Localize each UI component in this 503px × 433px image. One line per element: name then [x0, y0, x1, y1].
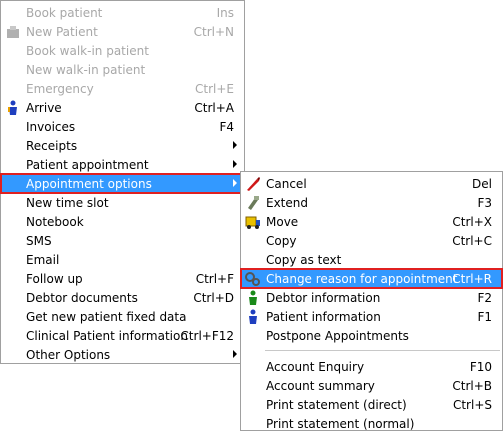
menu-item-patient-information[interactable]: Patient information F1: [241, 307, 502, 326]
menu-item-copy[interactable]: Copy Ctrl+C: [241, 231, 502, 250]
menu-item-shortcut: Ctrl+D: [193, 290, 234, 305]
menu-item-label: Debtor information: [266, 290, 381, 305]
menu-item-label: Invoices: [26, 119, 76, 134]
patient-person-icon: [245, 309, 261, 325]
menu-item-shortcut: Ctrl+S: [452, 397, 492, 412]
submenu-arrow-icon: [233, 350, 237, 358]
menu-item-label: New Patient: [26, 24, 98, 39]
move-truck-icon: [245, 214, 261, 230]
menu-item-label: Print statement (normal): [266, 416, 415, 431]
menu-item-shortcut: Ctrl+F: [195, 271, 234, 286]
menu-item-shortcut: F2: [477, 290, 492, 305]
extend-icon: [245, 195, 261, 211]
menu-item-receipts[interactable]: Receipts: [1, 136, 244, 155]
menu-item-change-reason[interactable]: Change reason for appointment Ctrl+R: [240, 268, 503, 289]
menu-item-label: Appointment options: [26, 176, 152, 191]
menu-item-clinical-info[interactable]: Clinical Patient information Ctrl+F12: [1, 326, 244, 345]
menu-item-label: Move: [266, 214, 299, 229]
submenu-arrow-icon: [233, 160, 237, 168]
menu-item-shortcut: Ctrl+X: [452, 214, 492, 229]
menu-item-label: New walk-in patient: [26, 62, 146, 77]
menu-item-new-patient[interactable]: New Patient Ctrl+N: [1, 22, 244, 41]
menu-item-account-enquiry[interactable]: Account Enquiry F10: [241, 357, 502, 376]
menu-item-debtor-documents[interactable]: Debtor documents Ctrl+D: [1, 288, 244, 307]
menu-item-shortcut: Del: [472, 176, 492, 191]
menu-item-label: Email: [26, 252, 60, 267]
gears-icon: [245, 271, 261, 287]
menu-item-invoices[interactable]: Invoices F4: [1, 117, 244, 136]
menu-item-get-fixed-data[interactable]: Get new patient fixed data: [1, 307, 244, 326]
menu-item-label: Patient information: [266, 309, 381, 324]
menu-item-label: Other Options: [26, 347, 111, 362]
menu-item-label: Cancel: [266, 176, 307, 191]
menu-item-label: Extend: [266, 195, 308, 210]
menu-item-label: Receipts: [26, 138, 78, 153]
menu-item-label: Patient appointment: [26, 157, 149, 172]
menu-item-new-time-slot[interactable]: New time slot: [1, 193, 244, 212]
menu-item-book-walkin-patient[interactable]: Book walk-in patient: [1, 41, 244, 60]
menu-item-print-statement-normal[interactable]: Print statement (normal): [241, 414, 502, 433]
menu-item-shortcut: Ctrl+N: [193, 24, 234, 39]
menu-item-label: Emergency: [26, 81, 94, 96]
menu-item-label: Copy as text: [266, 252, 342, 267]
menu-item-label: SMS: [26, 233, 52, 248]
menu-item-label: Get new patient fixed data: [26, 309, 187, 324]
menu-item-label: Print statement (direct): [266, 397, 407, 412]
menu-item-shortcut: F4: [219, 119, 234, 134]
menu-item-label: Follow up: [26, 271, 83, 286]
menu-item-shortcut: Ctrl+B: [452, 378, 492, 393]
menu-item-extend[interactable]: Extend F3: [241, 193, 502, 212]
menu-item-cancel[interactable]: Cancel Del: [241, 174, 502, 193]
menu-item-arrive[interactable]: Arrive Ctrl+A: [1, 98, 244, 117]
menu-item-shortcut: Ctrl+C: [452, 233, 492, 248]
menu-separator: [265, 350, 500, 351]
menu-item-move[interactable]: Move Ctrl+X: [241, 212, 502, 231]
menu-item-label: Copy: [266, 233, 297, 248]
menu-item-copy-as-text[interactable]: Copy as text: [241, 250, 502, 269]
menu-item-emergency[interactable]: Emergency Ctrl+E: [1, 79, 244, 98]
debtor-person-icon: [245, 290, 261, 306]
menu-item-shortcut: Ctrl+R: [452, 271, 492, 286]
menu-item-label: Book patient: [26, 5, 103, 20]
menu-item-label: New time slot: [26, 195, 109, 210]
menu-item-account-summary[interactable]: Account summary Ctrl+B: [241, 376, 502, 395]
menu-item-label: Book walk-in patient: [26, 43, 149, 58]
menu-item-notebook[interactable]: Notebook: [1, 212, 244, 231]
arrive-person-icon: [5, 100, 21, 116]
menu-item-shortcut: Ctrl+E: [195, 81, 234, 96]
menu-item-label: Clinical Patient information: [26, 328, 188, 343]
menu-item-debtor-information[interactable]: Debtor information F2: [241, 288, 502, 307]
menu-item-book-patient[interactable]: Book patient Ins: [1, 3, 244, 22]
menu-item-appointment-options[interactable]: Appointment options: [0, 173, 245, 194]
cancel-pen-icon: [245, 176, 261, 192]
menu-item-shortcut: F3: [477, 195, 492, 210]
menu-item-shortcut: F1: [477, 309, 492, 324]
menu-item-label: Account Enquiry: [266, 359, 365, 374]
menu-item-new-walkin-patient[interactable]: New walk-in patient: [1, 60, 244, 79]
appointment-options-submenu: Cancel Del Extend F3 Move Ctrl+X Copy Ct…: [240, 171, 503, 431]
menu-item-shortcut: Ins: [216, 5, 234, 20]
menu-item-label: Postpone Appointments: [266, 328, 409, 343]
submenu-arrow-icon: [233, 179, 237, 187]
menu-item-label: Change reason for appointment: [266, 271, 458, 286]
menu-item-print-statement-direct[interactable]: Print statement (direct) Ctrl+S: [241, 395, 502, 414]
menu-item-email[interactable]: Email: [1, 250, 244, 269]
menu-item-label: Notebook: [26, 214, 84, 229]
menu-item-shortcut: Ctrl+F12: [180, 328, 234, 343]
menu-item-shortcut: F10: [469, 359, 492, 374]
menu-item-label: Account summary: [266, 378, 375, 393]
menu-item-other-options[interactable]: Other Options: [1, 345, 244, 364]
menu-item-patient-appointment[interactable]: Patient appointment: [1, 155, 244, 174]
menu-item-follow-up[interactable]: Follow up Ctrl+F: [1, 269, 244, 288]
context-menu: Book patient Ins New Patient Ctrl+N Book…: [0, 0, 245, 364]
menu-item-label: Debtor documents: [26, 290, 138, 305]
submenu-arrow-icon: [233, 141, 237, 149]
menu-item-label: Arrive: [26, 100, 62, 115]
menu-item-postpone-appointments[interactable]: Postpone Appointments: [241, 326, 502, 345]
menu-item-shortcut: Ctrl+A: [194, 100, 234, 115]
menu-item-sms[interactable]: SMS: [1, 231, 244, 250]
new-patient-icon: [5, 24, 21, 40]
